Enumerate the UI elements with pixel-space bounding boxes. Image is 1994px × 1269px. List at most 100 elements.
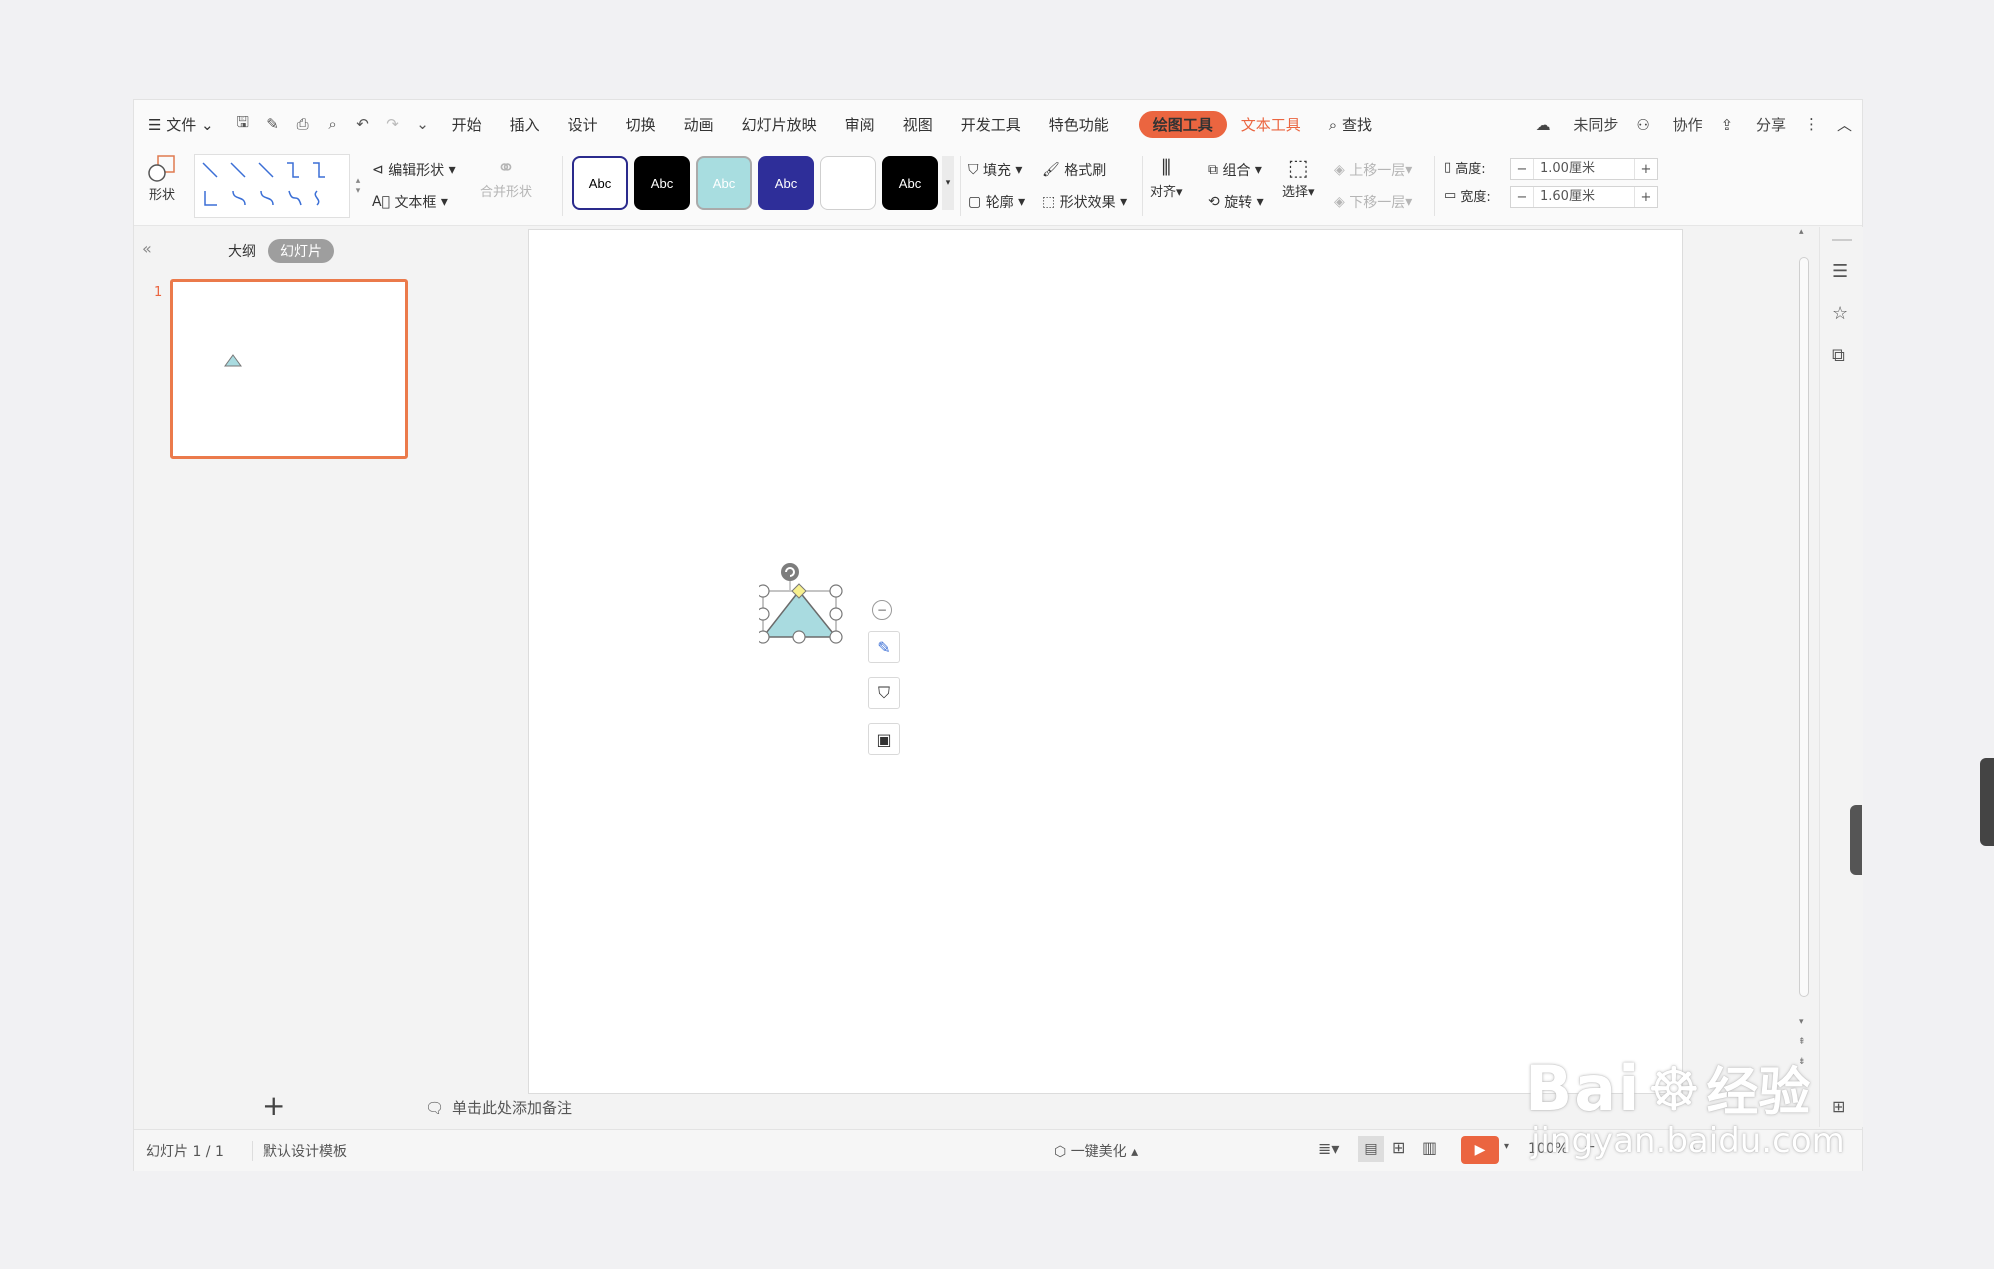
collapse-toolbar-icon[interactable]: −: [872, 600, 892, 620]
align-button[interactable]: ⫴ 对齐▾: [1150, 156, 1183, 200]
group-button[interactable]: ⧉ 组合 ▾: [1208, 160, 1262, 180]
style-swatch-4[interactable]: Abc: [758, 156, 814, 210]
send-backward-label: 下移一层: [1349, 195, 1406, 211]
collapse-panel-icon[interactable]: «: [142, 239, 152, 258]
shape-outline-tool[interactable]: ▣: [868, 723, 900, 755]
swatch-label: Abc: [898, 175, 922, 191]
increase-icon[interactable]: +: [1635, 162, 1657, 177]
sync-label: 未同步: [1573, 115, 1619, 134]
style-swatch-6[interactable]: Abc: [882, 156, 938, 210]
fill-button[interactable]: ⛉ 填充 ▾: [968, 160, 1022, 180]
tab-slides[interactable]: 幻灯片: [268, 239, 334, 263]
play-options-icon[interactable]: ▾: [1504, 1141, 1509, 1152]
format-painter-button[interactable]: 🖌 格式刷: [1042, 160, 1106, 180]
slide-canvas[interactable]: − ✎ ⛉ ▣: [528, 229, 1683, 1094]
align-label: 对齐: [1150, 185, 1177, 200]
width-value[interactable]: 1.60厘米: [1533, 187, 1635, 207]
rotate-handle-icon[interactable]: [781, 563, 799, 581]
shape-effects-button[interactable]: ⬚ 形状效果 ▾: [1042, 192, 1127, 212]
beautify-button[interactable]: ⬡ 一键美化 ▴: [1054, 1141, 1138, 1161]
textbox-button[interactable]: A⃞ 文本框 ▾: [372, 192, 448, 212]
tab-view[interactable]: 视图: [889, 114, 947, 135]
width-stepper[interactable]: −1.60厘米 +: [1510, 186, 1658, 208]
more-icon[interactable]: ⋮: [1804, 115, 1819, 133]
send-backward-button[interactable]: ◈ 下移一层 ▾: [1334, 192, 1412, 212]
prev-slide-icon[interactable]: ⇞: [1798, 1037, 1806, 1047]
align-icon: ⫴: [1161, 156, 1171, 181]
outline-button[interactable]: ▢ 轮廓 ▾: [968, 192, 1025, 212]
slide-count: 幻灯片 1 / 1: [146, 1144, 224, 1160]
swatch-label: Abc: [836, 175, 860, 191]
style-swatch-3[interactable]: Abc: [696, 156, 752, 210]
print-preview-icon[interactable]: ⌕: [318, 115, 348, 133]
rotate-button[interactable]: ⟲ 旋转 ▾: [1208, 192, 1264, 212]
shape-button[interactable]: 形状: [146, 154, 178, 203]
normal-view-icon[interactable]: ▤: [1358, 1136, 1384, 1162]
edge-widget[interactable]: [1850, 805, 1862, 875]
tab-text-tools[interactable]: 文本工具: [1227, 114, 1315, 135]
style-swatch-5[interactable]: Abc: [820, 156, 876, 210]
select-icon: ⬚: [1287, 156, 1309, 181]
tab-developer[interactable]: 开发工具: [947, 114, 1035, 135]
tab-design[interactable]: 设计: [554, 114, 612, 135]
slide-thumbnail[interactable]: [170, 279, 408, 459]
tab-drawing-tools[interactable]: 绘图工具: [1138, 110, 1227, 138]
format-brush-icon[interactable]: ✎: [258, 115, 288, 133]
edge-widget-2[interactable]: [1980, 758, 1994, 846]
collapse-ribbon-icon[interactable]: ︿: [1837, 114, 1852, 135]
search-button[interactable]: ⌕ 查找: [1315, 114, 1386, 135]
sync-button[interactable]: ☁ 未同步: [1536, 114, 1619, 135]
shape-style-tool[interactable]: ✎: [868, 631, 900, 663]
add-slide-button[interactable]: +: [262, 1089, 285, 1122]
scroll-down-icon[interactable]: ▾: [1799, 1017, 1804, 1027]
reading-view-icon[interactable]: ▥: [1422, 1138, 1437, 1157]
tab-slideshow[interactable]: 幻灯片放映: [728, 114, 831, 135]
height-value[interactable]: 1.00厘米: [1533, 159, 1635, 179]
play-button[interactable]: ▶: [1461, 1136, 1499, 1164]
style-more-icon[interactable]: ▾: [942, 156, 954, 210]
file-menu[interactable]: ☰ 文件 ⌄: [134, 114, 228, 135]
increase-icon[interactable]: +: [1635, 190, 1657, 205]
height-stepper[interactable]: −1.00厘米 +: [1510, 158, 1658, 180]
collab-button[interactable]: ⚇ 协作: [1636, 114, 1702, 135]
edit-shape-button[interactable]: ⊲ 编辑形状 ▾: [372, 160, 456, 180]
slide-panel: « 大纲 幻灯片 1 +: [134, 227, 418, 1125]
decrease-icon[interactable]: −: [1511, 190, 1533, 205]
tab-animation[interactable]: 动画: [670, 114, 728, 135]
decrease-icon[interactable]: −: [1511, 162, 1533, 177]
undo-icon[interactable]: ↶: [348, 115, 378, 133]
tab-insert[interactable]: 插入: [496, 114, 554, 135]
shape-effects-label: 形状效果: [1059, 195, 1116, 211]
notes-toggle-icon[interactable]: ≣▾: [1318, 1139, 1339, 1158]
save-icon[interactable]: 🖫: [228, 112, 258, 137]
scroll-up-icon[interactable]: ▴: [1799, 227, 1804, 237]
transition-icon[interactable]: ⧉: [1832, 345, 1845, 366]
gallery-scroll[interactable]: ▴ ▾: [352, 154, 364, 218]
sorter-view-icon[interactable]: ⊞: [1392, 1138, 1405, 1157]
shape-gallery[interactable]: [194, 154, 350, 218]
style-swatch-2[interactable]: Abc: [634, 156, 690, 210]
group-icon: ⧉: [1208, 162, 1218, 178]
tab-start[interactable]: 开始: [438, 114, 496, 135]
vertical-scrollbar[interactable]: ▴ ▾ ⇞ ⇟: [1794, 227, 1814, 1087]
redo-icon[interactable]: ↷: [378, 115, 408, 133]
customize-icon[interactable]: ⌄: [408, 115, 438, 133]
tab-transition[interactable]: 切换: [612, 114, 670, 135]
share-button[interactable]: ⇪ 分享: [1721, 114, 1786, 135]
watermark-brand: Bai: [1525, 1052, 1642, 1125]
style-swatch-1[interactable]: Abc: [572, 156, 628, 210]
tab-review[interactable]: 审阅: [831, 114, 889, 135]
print-icon[interactable]: ⎙: [288, 115, 318, 133]
select-button[interactable]: ⬚ 选择▾: [1282, 156, 1315, 200]
properties-icon[interactable]: ☰: [1832, 261, 1848, 282]
template-name[interactable]: 默认设计模板: [252, 1141, 347, 1161]
shape-fill-tool[interactable]: ⛉: [868, 677, 900, 709]
tab-outline[interactable]: 大纲: [224, 239, 260, 263]
selected-shape[interactable]: [759, 555, 959, 775]
bring-forward-button[interactable]: ◈ 上移一层 ▾: [1334, 160, 1412, 180]
animation-star-icon[interactable]: ☆: [1832, 303, 1848, 324]
bring-forward-label: 上移一层: [1349, 163, 1406, 179]
scroll-thumb[interactable]: [1799, 257, 1809, 997]
merge-shape-button[interactable]: ⚭ 合并形状: [480, 156, 532, 200]
tab-features[interactable]: 特色功能: [1035, 114, 1123, 135]
